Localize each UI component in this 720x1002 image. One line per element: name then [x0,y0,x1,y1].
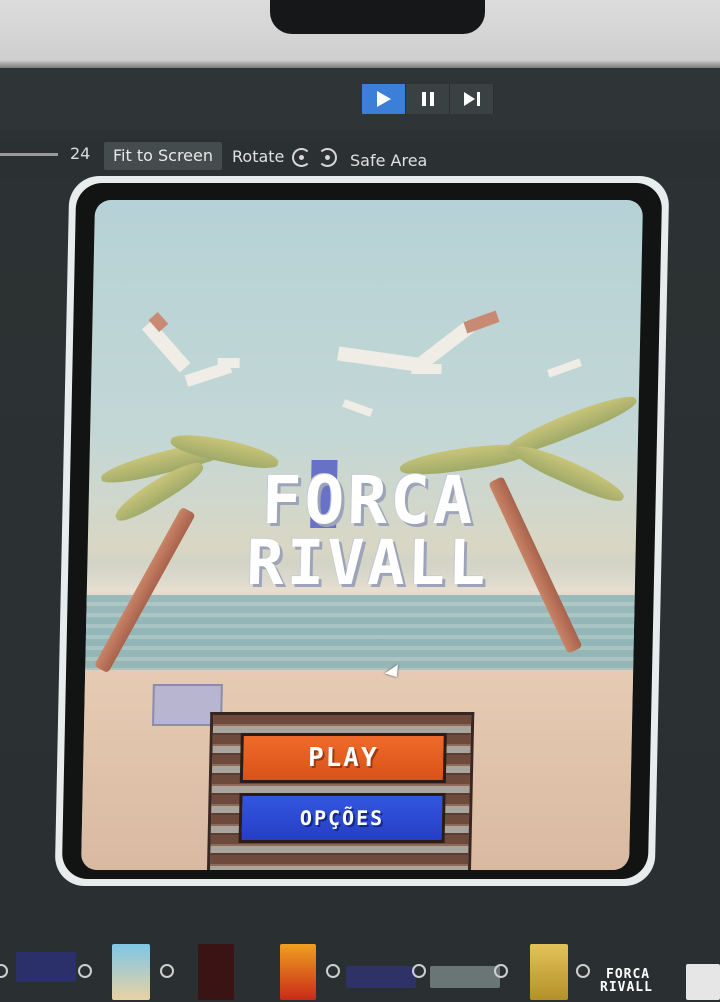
logo-line-1: FORCA [261,462,477,539]
thumbnail-gray-panel[interactable] [430,966,500,988]
rotate-right-icon[interactable] [318,148,337,167]
rotate-label: Rotate [232,147,285,166]
asset-dot-icon[interactable] [494,964,508,978]
step-button[interactable] [450,84,494,114]
thumbnail-space-scene[interactable] [346,966,416,988]
thumbnail-beach-scene[interactable] [112,944,150,1000]
asset-dot-icon[interactable] [412,964,426,978]
options-button[interactable]: OPÇÕES [238,793,446,843]
game-logo: FORCA RIVALL [227,460,510,599]
asset-dot-icon[interactable] [160,964,174,978]
thumbnail-white[interactable] [686,964,720,1000]
playback-controls [362,84,494,114]
thumbnail-yellow-sprite[interactable] [530,944,568,1000]
thumbnail-logo-line-2: RIVALL [600,980,653,995]
pause-icon [421,92,434,106]
rotate-left-icon[interactable] [292,148,311,167]
asset-dot-icon[interactable] [576,964,590,978]
safe-area-toggle[interactable]: Safe Area [350,151,427,170]
asset-dot-icon[interactable] [326,964,340,978]
thumbnail-orange-gradient[interactable] [280,944,316,1000]
asset-dot-icon[interactable] [78,964,92,978]
asset-dot-icon[interactable] [0,964,8,978]
step-forward-icon [463,92,480,106]
editor-top-bar [0,68,720,130]
scale-value: 24 [70,144,91,163]
play-icon [376,91,391,107]
play-game-button[interactable]: PLAY [239,733,447,783]
monitor-camera-notch [270,0,485,34]
scale-slider[interactable] [0,153,58,156]
thumbnail-dark-red[interactable] [198,944,234,1000]
asset-thumbnails: FORCA RIVALL [0,944,720,1000]
fit-to-screen-button[interactable]: Fit to Screen [104,142,222,170]
pause-button[interactable] [406,84,450,114]
game-screen[interactable]: FORCA RIVALL PLAY OPÇÕES [80,200,644,870]
thumbnail-night-scene[interactable] [16,952,76,982]
main-menu-panel: PLAY OPÇÕES [206,712,475,870]
thumbnail-logo[interactable]: FORCA RIVALL [598,968,678,998]
play-button[interactable] [362,84,406,114]
logo-line-2: RIVALL [245,526,490,599]
